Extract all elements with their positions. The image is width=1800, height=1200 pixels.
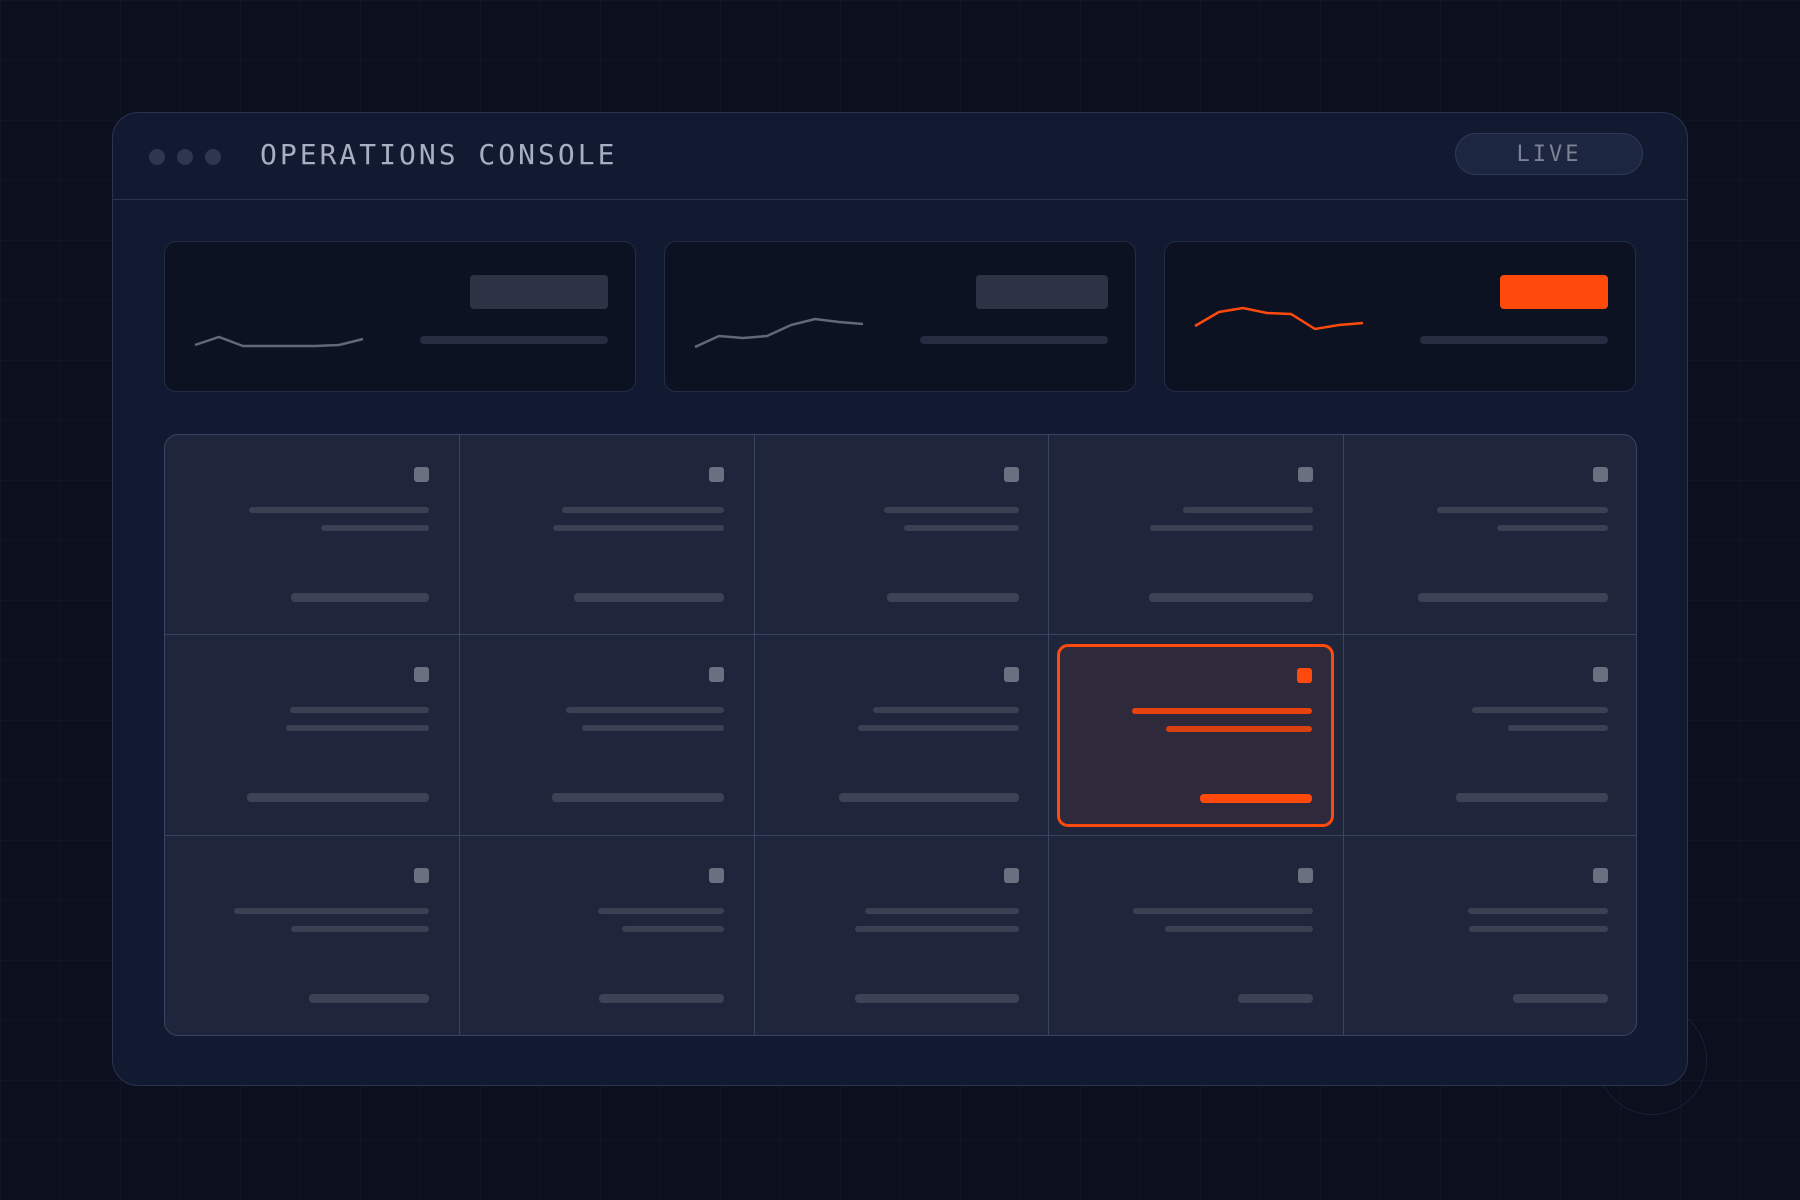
grid-tile-r3c4[interactable] xyxy=(1049,836,1343,1035)
metric-value-placeholder-alert xyxy=(1500,275,1608,309)
sparkline-3 xyxy=(1194,306,1364,331)
grid-tile-r1c2[interactable] xyxy=(460,435,754,635)
tile-checkbox-selected[interactable] xyxy=(1297,668,1312,683)
tile-line-placeholder xyxy=(865,908,1019,914)
sparkline-1 xyxy=(194,335,364,348)
sparkline-chart-2 xyxy=(694,317,864,349)
grid-tile-r2c4-selected[interactable] xyxy=(1057,644,1334,827)
tile-line-placeholder xyxy=(249,507,429,513)
tile-checkbox[interactable] xyxy=(414,868,429,883)
grid-tile-r2c5[interactable] xyxy=(1344,635,1636,835)
tile-line-placeholder xyxy=(291,926,429,932)
tile-checkbox[interactable] xyxy=(1593,667,1608,682)
tile-line-placeholder xyxy=(1469,926,1608,932)
tile-line-placeholder xyxy=(1508,725,1608,731)
tile-line-placeholder xyxy=(1468,908,1608,914)
tile-checkbox[interactable] xyxy=(709,467,724,482)
tile-line-placeholder xyxy=(1166,726,1312,732)
tile-grid xyxy=(164,434,1637,1036)
tile-checkbox[interactable] xyxy=(414,667,429,682)
window-dot-3[interactable] xyxy=(205,149,221,165)
sparkline-chart-1 xyxy=(194,335,364,348)
tile-checkbox[interactable] xyxy=(1298,467,1313,482)
tile-value-placeholder xyxy=(552,793,724,802)
metric-card-1[interactable] xyxy=(164,241,636,392)
grid-tile-r3c1[interactable] xyxy=(165,836,459,1035)
sparkline-chart-3 xyxy=(1194,306,1364,331)
tile-checkbox[interactable] xyxy=(1298,868,1313,883)
tile-checkbox[interactable] xyxy=(1004,868,1019,883)
tile-line-placeholder xyxy=(1472,707,1608,713)
tile-line-placeholder xyxy=(1133,908,1313,914)
tile-value-placeholder xyxy=(574,593,724,602)
live-status-badge[interactable]: LIVE xyxy=(1455,133,1643,175)
tile-line-placeholder xyxy=(1437,507,1608,513)
tile-line-placeholder xyxy=(321,525,429,531)
metric-value-placeholder xyxy=(976,275,1108,309)
grid-tile-r3c3[interactable] xyxy=(755,836,1049,1035)
window-dot-2[interactable] xyxy=(177,149,193,165)
grid-tile-r2c3[interactable] xyxy=(755,635,1049,835)
tile-line-placeholder xyxy=(873,707,1019,713)
tile-line-placeholder xyxy=(855,926,1019,932)
grid-tile-r1c5[interactable] xyxy=(1344,435,1636,635)
tile-value-placeholder xyxy=(887,593,1019,602)
window-title: OPERATIONS CONSOLE xyxy=(260,138,618,171)
tile-value-placeholder xyxy=(309,994,429,1003)
metric-card-3[interactable] xyxy=(1164,241,1636,392)
tile-value-placeholder xyxy=(855,994,1019,1003)
tile-checkbox[interactable] xyxy=(709,667,724,682)
grid-tile-r2c2[interactable] xyxy=(460,635,754,835)
tile-checkbox[interactable] xyxy=(1593,467,1608,482)
tile-line-placeholder xyxy=(858,725,1019,731)
tile-value-placeholder xyxy=(1238,994,1313,1003)
sparkline-2 xyxy=(694,317,864,349)
tile-checkbox[interactable] xyxy=(414,467,429,482)
tile-line-placeholder xyxy=(884,507,1019,513)
tile-checkbox[interactable] xyxy=(709,868,724,883)
metric-caption-placeholder xyxy=(420,336,608,344)
tile-value-placeholder xyxy=(291,593,429,602)
tile-value-placeholder xyxy=(1200,794,1312,803)
grid-tile-r3c5[interactable] xyxy=(1344,836,1636,1035)
title-bar: OPERATIONS CONSOLE LIVE xyxy=(113,113,1687,200)
tile-checkbox[interactable] xyxy=(1004,667,1019,682)
tile-line-placeholder xyxy=(562,507,724,513)
tile-line-placeholder xyxy=(234,908,429,914)
tile-line-placeholder xyxy=(1497,525,1608,531)
tile-line-placeholder xyxy=(904,525,1019,531)
tile-checkbox[interactable] xyxy=(1593,868,1608,883)
tile-value-placeholder xyxy=(1456,793,1608,802)
console-window: OPERATIONS CONSOLE LIVE xyxy=(112,112,1688,1086)
metric-caption-placeholder xyxy=(1420,336,1608,344)
tile-value-placeholder xyxy=(247,793,429,802)
tile-line-placeholder xyxy=(566,707,724,713)
grid-tile-r1c1[interactable] xyxy=(165,435,459,635)
tile-value-placeholder xyxy=(1418,593,1608,602)
tile-checkbox[interactable] xyxy=(1004,467,1019,482)
tile-line-placeholder xyxy=(290,707,429,713)
tile-line-placeholder xyxy=(598,908,724,914)
metric-value-placeholder xyxy=(470,275,608,309)
tile-line-placeholder xyxy=(582,725,724,731)
tile-line-placeholder xyxy=(1132,708,1312,714)
tile-line-placeholder xyxy=(1165,926,1313,932)
tile-value-placeholder xyxy=(1149,593,1313,602)
grid-tile-r3c2[interactable] xyxy=(460,836,754,1035)
grid-tile-r1c3[interactable] xyxy=(755,435,1049,635)
tile-line-placeholder xyxy=(553,525,724,531)
window-dot-1[interactable] xyxy=(149,149,165,165)
tile-line-placeholder xyxy=(622,926,724,932)
tile-line-placeholder xyxy=(286,725,429,731)
tile-line-placeholder xyxy=(1183,507,1313,513)
grid-tile-r1c4[interactable] xyxy=(1049,435,1343,635)
metric-card-2[interactable] xyxy=(664,241,1136,392)
tile-value-placeholder xyxy=(599,994,724,1003)
grid-tile-r2c1[interactable] xyxy=(165,635,459,835)
tile-value-placeholder xyxy=(1513,994,1608,1003)
tile-value-placeholder xyxy=(839,793,1019,802)
metric-caption-placeholder xyxy=(920,336,1108,344)
tile-line-placeholder xyxy=(1150,525,1313,531)
